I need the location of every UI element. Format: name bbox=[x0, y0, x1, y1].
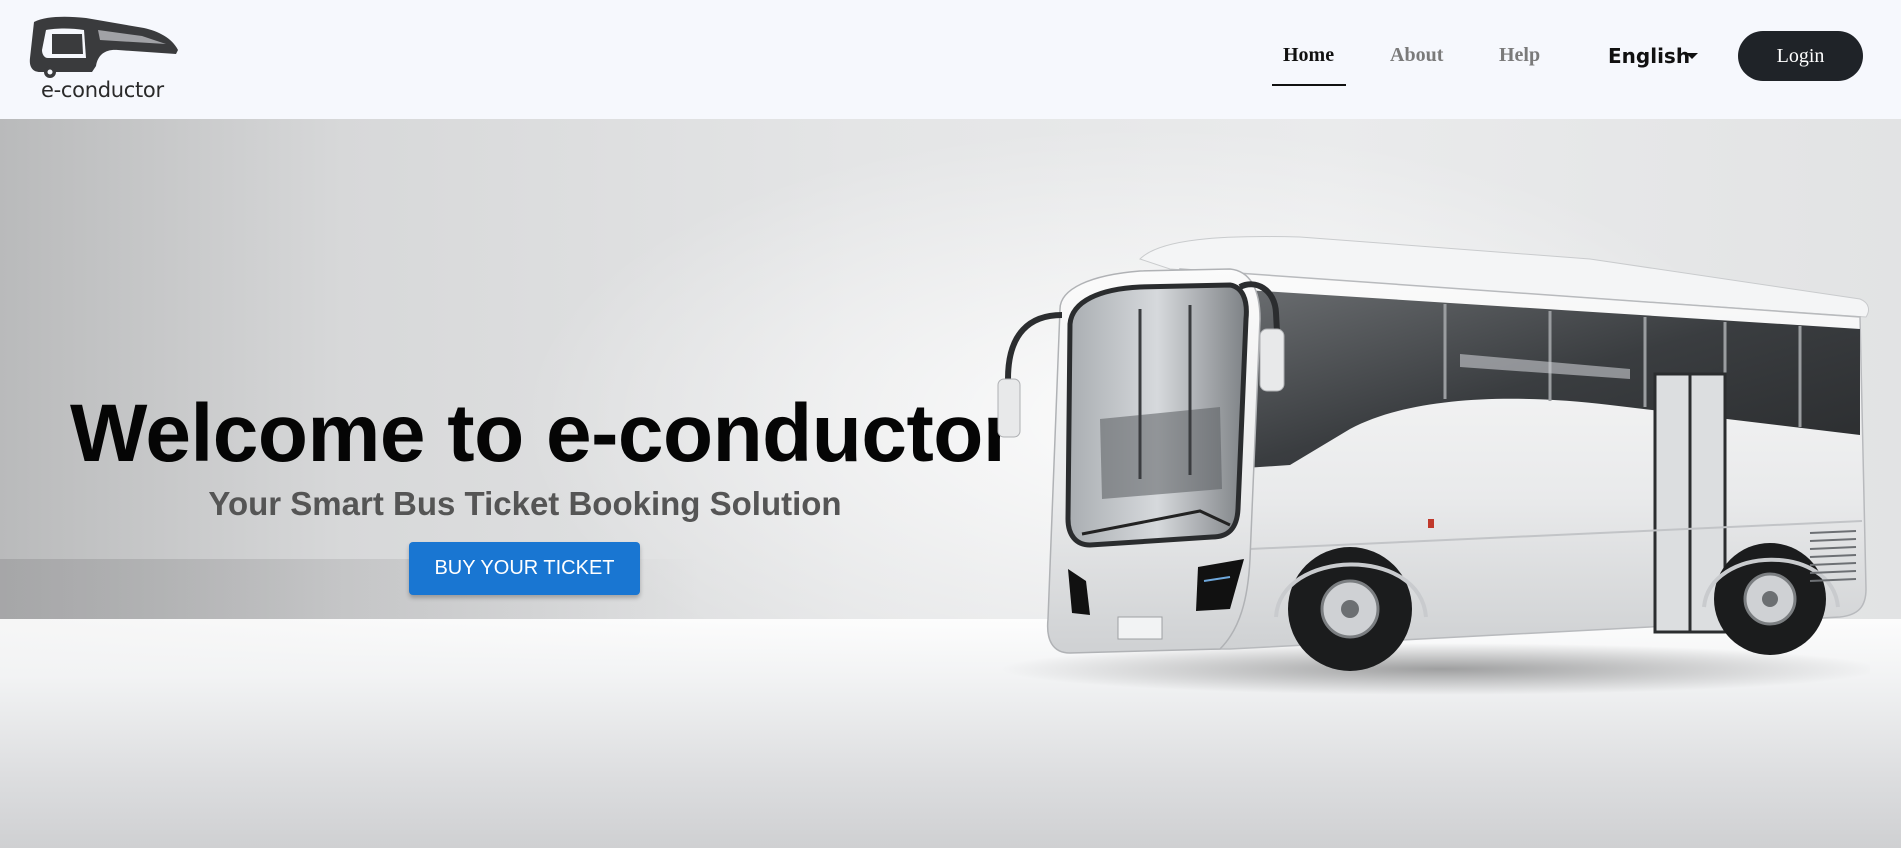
buy-ticket-button[interactable]: BUY YOUR TICKET bbox=[409, 542, 640, 595]
login-button[interactable]: Login bbox=[1738, 31, 1863, 81]
navbar: e-conductor Home About Help English Logi… bbox=[0, 0, 1901, 119]
nav-help-link[interactable]: Help bbox=[1499, 44, 1540, 67]
nav-about-link[interactable]: About bbox=[1390, 44, 1443, 67]
hero-section: Welcome to e-conductor Your Smart Bus Ti… bbox=[0, 119, 1901, 848]
bus-logo-icon bbox=[29, 16, 179, 78]
chevron-down-icon[interactable] bbox=[1686, 53, 1698, 59]
language-selector[interactable]: English bbox=[1608, 44, 1690, 68]
hero-subtitle: Your Smart Bus Ticket Booking Solution bbox=[208, 485, 842, 522]
white-bus-image bbox=[997, 236, 1870, 695]
active-nav-indicator bbox=[1272, 84, 1346, 86]
hero-title: Welcome to e-conductor bbox=[70, 388, 1015, 479]
brand-name: e-conductor bbox=[41, 78, 164, 102]
nav-home-link[interactable]: Home bbox=[1283, 44, 1334, 67]
brand-logo[interactable]: e-conductor bbox=[26, 14, 182, 104]
